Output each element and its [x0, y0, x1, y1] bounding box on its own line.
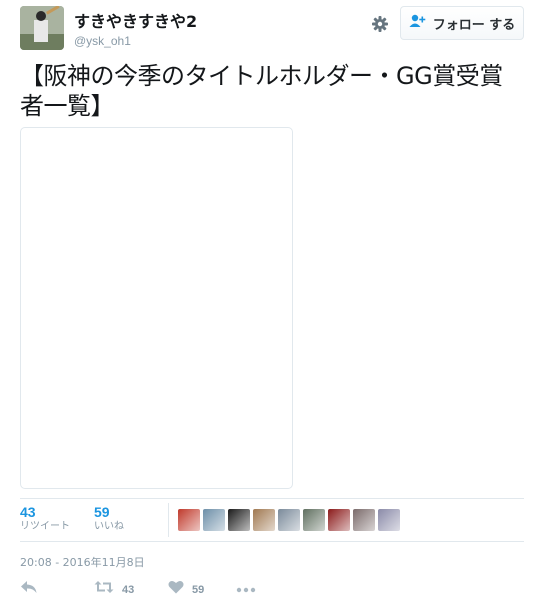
tweet-stats: 43 リツイート 59 いいね [20, 498, 524, 542]
user-info: すきやきすきや2 @ysk_oh1 [74, 12, 197, 49]
liker-avatar[interactable] [353, 509, 375, 531]
follow-button[interactable]: フォロー する [400, 6, 524, 40]
display-name[interactable]: すきやきすきや2 [74, 12, 197, 32]
liker-avatar[interactable] [203, 509, 225, 531]
tweet-text: 【阪神の今季のタイトルホルダー・GG賞受賞者一覧】 [20, 62, 503, 120]
tweet-media[interactable] [20, 127, 293, 489]
liker-avatars [178, 509, 400, 531]
like-count: 59 [94, 504, 110, 520]
liker-avatar[interactable] [178, 509, 200, 531]
liker-avatar[interactable] [253, 509, 275, 531]
retweet-count: 43 [20, 504, 36, 520]
more-button[interactable] [236, 580, 256, 598]
tweet-actions: 43 59 [20, 580, 320, 600]
retweet-action-count: 43 [122, 583, 135, 596]
liker-avatar[interactable] [228, 509, 250, 531]
tweet-timestamp[interactable]: 20:08 - 2016年11月8日 [20, 554, 145, 570]
gear-icon[interactable] [370, 14, 390, 34]
add-user-icon [409, 14, 427, 33]
reply-icon [20, 580, 38, 599]
retweet-icon [94, 580, 114, 599]
like-action-count: 59 [192, 583, 205, 596]
tweet-header: すきやきすきや2 @ysk_oh1 フォロー する [20, 6, 524, 54]
retweet-button[interactable]: 43 [94, 580, 134, 599]
like-button[interactable]: 59 [168, 580, 204, 599]
retweet-stat[interactable]: 43 リツイート [20, 504, 70, 534]
liker-avatar[interactable] [303, 509, 325, 531]
like-label: いいね [94, 521, 124, 532]
reply-button[interactable] [20, 580, 38, 599]
liker-avatar[interactable] [278, 509, 300, 531]
avatar[interactable] [20, 6, 64, 50]
liker-avatar[interactable] [328, 509, 350, 531]
more-icon [236, 580, 256, 598]
heart-icon [168, 580, 184, 599]
liker-avatar[interactable] [378, 509, 400, 531]
like-stat[interactable]: 59 いいね [94, 504, 124, 534]
follow-button-label: フォロー する [432, 17, 516, 33]
screen-name[interactable]: @ysk_oh1 [74, 33, 197, 49]
retweet-label: リツイート [20, 521, 70, 532]
stats-divider [168, 503, 169, 537]
